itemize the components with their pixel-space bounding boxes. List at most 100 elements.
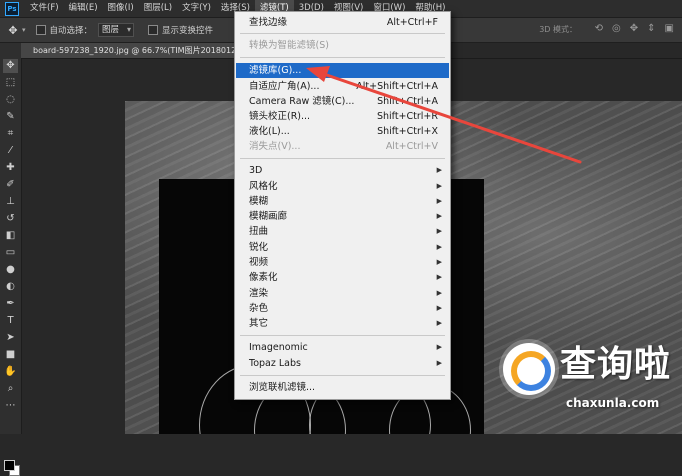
menu-file[interactable]: 文件(F) bbox=[25, 0, 64, 17]
watermark-brand: 查询啦 bbox=[560, 344, 672, 385]
3d-scale-icon[interactable]: ▣ bbox=[665, 23, 674, 34]
3d-pan-icon[interactable]: ✥ bbox=[630, 23, 638, 34]
menu-item-find-edges[interactable]: 查找边缘 Alt+Ctrl+F bbox=[236, 15, 449, 30]
menu-item-imagenomic[interactable]: Imagenomic ▶ bbox=[236, 340, 449, 355]
menu-item-distort[interactable]: 扭曲 ▶ bbox=[236, 224, 449, 239]
zoom-tool-icon[interactable]: ⌕ bbox=[3, 382, 18, 396]
menu-item-convert-smart-filters: 转换为智能滤镜(S) bbox=[236, 38, 449, 53]
submenu-arrow-icon: ▶ bbox=[436, 212, 442, 220]
marquee-tool-icon[interactable]: ⬚ bbox=[3, 76, 18, 90]
menu-separator bbox=[240, 375, 445, 376]
foreground-color-swatch[interactable] bbox=[4, 460, 15, 471]
submenu-arrow-icon: ▶ bbox=[436, 273, 442, 281]
menu-item-noise[interactable]: 杂色 ▶ bbox=[236, 301, 449, 316]
3d-slide-icon[interactable]: ⇕ bbox=[647, 23, 655, 34]
filter-dropdown-menu: 查找边缘 Alt+Ctrl+F 转换为智能滤镜(S) 滤镜库(G)... 自适应… bbox=[234, 11, 451, 400]
submenu-arrow-icon: ▶ bbox=[436, 243, 442, 251]
menu-item-filter-gallery[interactable]: 滤镜库(G)... bbox=[236, 63, 449, 78]
menu-separator bbox=[240, 33, 445, 34]
submenu-arrow-icon: ▶ bbox=[436, 258, 442, 266]
menu-item-camera-raw-filter[interactable]: Camera Raw 滤镜(C)... Shift+Ctrl+A bbox=[236, 94, 449, 109]
watermark-logo-icon bbox=[503, 343, 555, 395]
menu-image[interactable]: 图像(I) bbox=[103, 0, 139, 17]
menu-item-label: 自适应广角(A)... bbox=[249, 81, 320, 92]
menu-item-topaz-labs[interactable]: Topaz Labs ▶ bbox=[236, 356, 449, 371]
3d-rotate-icon[interactable]: ⟲ bbox=[595, 23, 603, 34]
menu-edit[interactable]: 编辑(E) bbox=[64, 0, 103, 17]
menu-item-other[interactable]: 其它 ▶ bbox=[236, 316, 449, 331]
menu-item-browse-filters-online[interactable]: 浏览联机滤镜... bbox=[236, 380, 449, 395]
menu-item-label: 3D bbox=[249, 165, 263, 176]
show-transform-label: 显示变换控件 bbox=[162, 26, 214, 36]
lasso-tool-icon[interactable]: ◌ bbox=[3, 93, 18, 107]
menu-item-video[interactable]: 视频 ▶ bbox=[236, 255, 449, 270]
menu-item-label: 浏览联机滤镜... bbox=[249, 382, 316, 393]
menu-item-vanishing-point: 消失点(V)... Alt+Ctrl+V bbox=[236, 139, 449, 154]
menu-item-shortcut: Shift+Ctrl+A bbox=[377, 96, 438, 107]
pen-tool-icon[interactable]: ✒ bbox=[3, 297, 18, 311]
submenu-arrow-icon: ▶ bbox=[436, 304, 442, 312]
auto-select-checkbox[interactable] bbox=[35, 25, 46, 35]
submenu-arrow-icon: ▶ bbox=[436, 166, 442, 174]
menu-item-pixelate[interactable]: 像素化 ▶ bbox=[236, 270, 449, 285]
menu-item-label: 镜头校正(R)... bbox=[249, 111, 311, 122]
menu-separator bbox=[240, 335, 445, 336]
3d-roll-icon[interactable]: ◎ bbox=[612, 23, 621, 34]
menu-item-liquify[interactable]: 液化(L)... Shift+Ctrl+X bbox=[236, 124, 449, 139]
auto-select-dropdown[interactable]: 图层 bbox=[98, 23, 135, 37]
menu-item-shortcut: Alt+Shift+Ctrl+A bbox=[356, 81, 438, 92]
menu-item-blur-gallery[interactable]: 模糊画廊 ▶ bbox=[236, 209, 449, 224]
menu-item-label: Camera Raw 滤镜(C)... bbox=[249, 96, 355, 107]
menu-item-label: 模糊 bbox=[249, 196, 269, 207]
menu-item-adaptive-wide-angle[interactable]: 自适应广角(A)... Alt+Shift+Ctrl+A bbox=[236, 79, 449, 94]
brush-tool-icon[interactable]: ✐ bbox=[3, 178, 18, 192]
blur-tool-icon[interactable]: ● bbox=[3, 263, 18, 277]
quick-select-tool-icon[interactable]: ✎ bbox=[3, 110, 18, 124]
menu-item-label: 转换为智能滤镜(S) bbox=[249, 40, 329, 51]
move-tool-icon[interactable]: ✥ bbox=[3, 59, 18, 73]
hand-tool-icon[interactable]: ✋ bbox=[3, 365, 18, 379]
history-brush-tool-icon[interactable]: ↺ bbox=[3, 212, 18, 226]
menu-item-blur[interactable]: 模糊 ▶ bbox=[236, 194, 449, 209]
move-tool-icon[interactable]: ✥ bbox=[6, 24, 20, 37]
menu-item-3d[interactable]: 3D ▶ bbox=[236, 163, 449, 178]
menu-item-label: 模糊画廊 bbox=[249, 211, 288, 222]
menu-item-shortcut: Shift+Ctrl+X bbox=[377, 126, 438, 137]
more-tools-icon[interactable]: ⋯ bbox=[3, 399, 18, 413]
tools-panel: ✥ ⬚ ◌ ✎ ⌗ ⁄ ✚ ✐ ⊥ ↺ ◧ ▭ ● ◐ ✒ T ➤ ■ ✋ ⌕ … bbox=[0, 43, 22, 476]
menu-layer[interactable]: 图层(L) bbox=[139, 0, 177, 17]
submenu-arrow-icon: ▶ bbox=[436, 197, 442, 205]
path-select-tool-icon[interactable]: ➤ bbox=[3, 331, 18, 345]
crop-tool-icon[interactable]: ⌗ bbox=[3, 127, 18, 141]
eyedropper-tool-icon[interactable]: ⁄ bbox=[3, 144, 18, 158]
menu-item-sharpen[interactable]: 锐化 ▶ bbox=[236, 240, 449, 255]
menu-item-label: 扭曲 bbox=[249, 226, 269, 237]
clone-stamp-tool-icon[interactable]: ⊥ bbox=[3, 195, 18, 209]
menu-item-label: 液化(L)... bbox=[249, 126, 290, 137]
dodge-tool-icon[interactable]: ◐ bbox=[3, 280, 18, 294]
menu-item-shortcut: Alt+Ctrl+V bbox=[385, 141, 438, 152]
document-tab[interactable]: board-597238_1920.jpg @ 66.7%(TIM图片20180… bbox=[21, 43, 247, 58]
chevron-down-icon[interactable]: ▾ bbox=[22, 26, 26, 34]
rectangle-tool-icon[interactable]: ■ bbox=[3, 348, 18, 362]
menu-item-label: Imagenomic bbox=[249, 342, 308, 353]
submenu-arrow-icon: ▶ bbox=[436, 359, 442, 367]
menu-item-label: 风格化 bbox=[249, 181, 278, 192]
menu-item-label: 像素化 bbox=[249, 272, 278, 283]
menu-item-label: 消失点(V)... bbox=[249, 141, 301, 152]
menu-type[interactable]: 文字(Y) bbox=[177, 0, 216, 17]
menu-item-stylize[interactable]: 风格化 ▶ bbox=[236, 179, 449, 194]
healing-brush-tool-icon[interactable]: ✚ bbox=[3, 161, 18, 175]
gradient-tool-icon[interactable]: ▭ bbox=[3, 246, 18, 260]
menu-separator bbox=[240, 57, 445, 58]
menu-item-label: 视频 bbox=[249, 257, 269, 268]
submenu-arrow-icon: ▶ bbox=[436, 182, 442, 190]
submenu-arrow-icon: ▶ bbox=[436, 289, 442, 297]
menu-item-lens-correction[interactable]: 镜头校正(R)... Shift+Ctrl+R bbox=[236, 109, 449, 124]
type-tool-icon[interactable]: T bbox=[3, 314, 18, 328]
menu-item-shortcut: Shift+Ctrl+R bbox=[376, 111, 438, 122]
menu-item-label: 查找边缘 bbox=[249, 17, 288, 28]
menu-item-render[interactable]: 渲染 ▶ bbox=[236, 286, 449, 301]
show-transform-checkbox[interactable] bbox=[148, 25, 159, 35]
eraser-tool-icon[interactable]: ◧ bbox=[3, 229, 18, 243]
